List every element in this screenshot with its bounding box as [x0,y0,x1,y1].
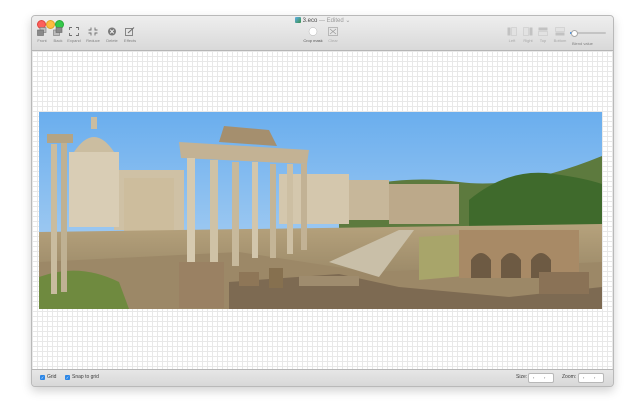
align-top-button[interactable]: Top [534,27,552,43]
window-title: 3.eco — Edited ⌄ [32,17,613,26]
document-icon [294,17,301,23]
size-increment-icon[interactable]: › [544,375,545,381]
delete-button[interactable]: Delete [103,27,121,43]
size-label: Size: [516,374,528,380]
align-top-icon [538,27,548,36]
status-bar: ✓ Grid ✓ Snap to grid Size: ‹ › Zoom: ‹ … [32,369,613,386]
align-right-icon [523,27,533,36]
zoom-decrement-icon[interactable]: ‹ [583,375,584,381]
align-top-label: Top [539,38,547,43]
align-bottom-icon [555,27,565,36]
grid-label: Grid [47,374,57,380]
effects-icon [125,27,135,36]
zoom-increment-icon[interactable]: › [594,375,595,381]
clear-label: Clear [328,38,338,43]
expand-button[interactable]: Expand [65,27,83,43]
zoom-stepper[interactable]: ‹ › [578,373,604,383]
bring-front-icon [37,27,47,36]
reduce-button[interactable]: Reduce [84,27,102,43]
clear-button[interactable]: Clear [324,27,342,43]
effects-label: Effects [123,38,137,43]
expand-label: Expand [67,38,81,43]
toolbar: 3.eco — Edited ⌄ Front Back Expand Reduc… [32,16,613,51]
crop-mask-icon [308,27,318,36]
expand-icon [69,27,79,36]
send-back-icon [53,27,63,36]
align-left-icon [507,27,517,36]
blend-slider-knob[interactable] [570,30,578,37]
snap-to-grid-label: Snap to grid [72,374,99,380]
title-text: 3.eco [302,18,318,24]
delete-label: Delete [106,38,118,43]
snap-to-grid-checkbox[interactable]: ✓ [65,375,70,380]
delete-icon [108,27,116,36]
blend-value-label: Blend value [572,41,593,46]
crop-mask-label: Crop mask [303,38,323,43]
app-window: 3.eco — Edited ⌄ Front Back Expand Reduc… [31,15,614,387]
effects-button[interactable]: Effects [121,27,139,43]
size-stepper[interactable]: ‹ › [528,373,554,383]
reduce-label: Reduce [86,38,100,43]
roman-forum-photo [39,112,602,309]
size-decrement-icon[interactable]: ‹ [533,375,534,381]
canvas-grid[interactable] [32,51,613,369]
crop-mask-button[interactable]: Crop mask [303,27,323,43]
panorama-image[interactable] [39,112,602,309]
edited-status: — Edited ⌄ [318,18,351,24]
clear-icon [328,27,338,36]
align-bottom-label: Bottom [553,38,567,43]
blend-slider[interactable] [570,30,606,37]
reduce-icon [88,27,98,36]
zoom-label: Zoom: [562,374,577,380]
align-bottom-button[interactable]: Bottom [551,27,569,43]
grid-checkbox[interactable]: ✓ [40,375,45,380]
